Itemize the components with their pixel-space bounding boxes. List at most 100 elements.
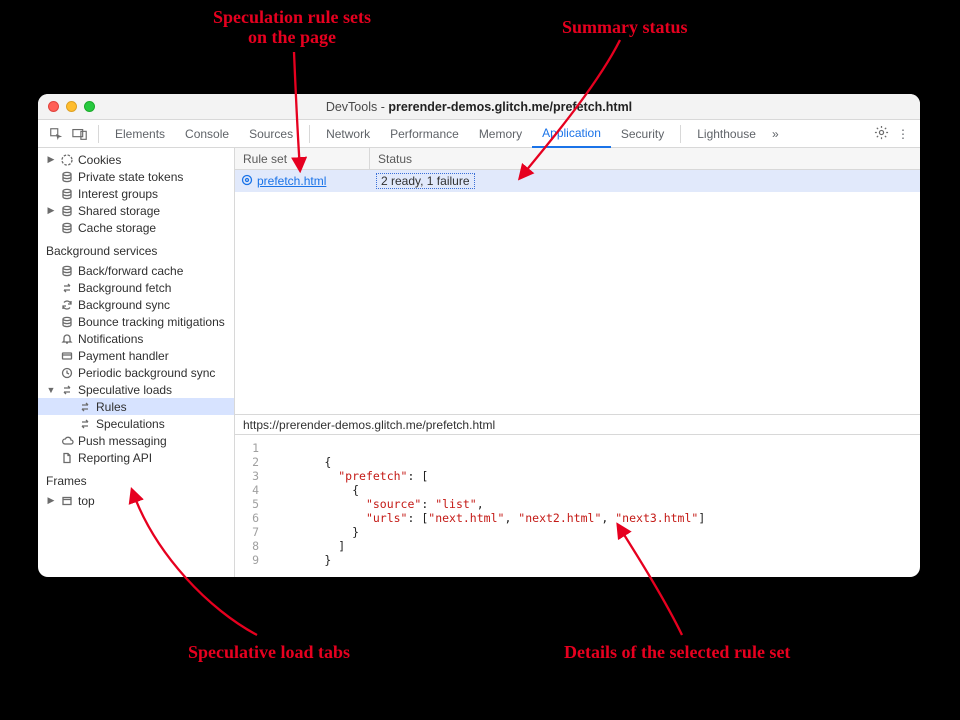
tabs-overflow[interactable]: » [766,120,785,148]
sidebar-item-bgsync[interactable]: ▶ Background sync [38,296,234,313]
col-rule-set[interactable]: Rule set [235,148,370,169]
sidebar-label: Bounce tracking mitigations [78,315,225,329]
line-number: 4 [235,483,259,497]
annotation-details: Details of the selected rule set [564,643,790,663]
sidebar-item-shared[interactable]: ▶ Shared storage [38,202,234,219]
code-viewer: 1 2 3 4 5 6 7 8 9 { "prefetch": [ { "s [235,435,920,577]
bell-icon [60,332,74,346]
settings-icon[interactable] [870,125,892,143]
title-prefix: DevTools - [326,100,389,114]
inspect-icon[interactable] [47,127,65,141]
cloud-icon [60,434,74,448]
sidebar-item-periodic[interactable]: ▶ Periodic background sync [38,364,234,381]
sidebar-item-reporting[interactable]: ▶ Reporting API [38,449,234,466]
col-status[interactable]: Status [370,152,920,166]
json-key: "prefetch" [338,469,407,483]
rule-details: https://prerender-demos.glitch.me/prefet… [235,414,920,577]
tab-elements[interactable]: Elements [105,120,175,148]
line-number: 1 [235,441,259,455]
line-number: 9 [235,553,259,567]
json-string: "next3.html" [615,511,698,525]
sidebar-label: Notifications [78,332,143,346]
details-url: https://prerender-demos.glitch.me/prefet… [235,415,920,435]
clock-icon [60,366,74,380]
sidebar-item-cookies[interactable]: ▶ Cookies [38,151,234,168]
transfer-icon [78,417,92,431]
sidebar-item-push[interactable]: ▶ Push messaging [38,432,234,449]
separator [680,125,681,143]
sidebar-item-bounce[interactable]: ▶ Bounce tracking mitigations [38,313,234,330]
sidebar-item-pst[interactable]: ▶ Private state tokens [38,168,234,185]
device-toggle-icon[interactable] [71,127,89,141]
sidebar-item-top[interactable]: ▶ top [38,492,234,509]
sidebar-label: Speculative loads [78,383,172,397]
database-icon [60,170,74,184]
transfer-icon [60,383,74,397]
annotation-load-tabs: Speculative load tabs [188,643,350,663]
transfer-icon [78,400,92,414]
sidebar-item-specloads[interactable]: ▼ Speculative loads [38,381,234,398]
tab-performance[interactable]: Performance [380,120,469,148]
line-gutter: 1 2 3 4 5 6 7 8 9 [235,441,269,567]
transfer-icon [60,281,74,295]
annotation-summary-status: Summary status [562,18,688,38]
sidebar-item-bfcache[interactable]: ▶ Back/forward cache [38,262,234,279]
tab-network[interactable]: Network [316,120,380,148]
json-key: "source" [366,497,421,511]
sidebar-label: Cookies [78,153,121,167]
card-icon [60,349,74,363]
sidebar-label: Reporting API [78,451,152,465]
tab-application[interactable]: Application [532,120,611,148]
sidebar-label: Push messaging [78,434,167,448]
status-badge: 2 ready, 1 failure [376,173,475,189]
tab-security[interactable]: Security [611,120,674,148]
line-number: 7 [235,525,259,539]
sidebar-item-cache[interactable]: ▶ Cache storage [38,219,234,236]
sidebar-label: Background fetch [78,281,171,295]
sidebar-label: Background sync [78,298,170,312]
sidebar-label: Cache storage [78,221,156,235]
sidebar-item-rules[interactable]: Rules [38,398,234,415]
json-string: "next2.html" [518,511,601,525]
sidebar-item-payment[interactable]: ▶ Payment handler [38,347,234,364]
database-icon [60,315,74,329]
rule-set-link[interactable]: prefetch.html [257,174,326,188]
sidebar-label: Speculations [96,417,165,431]
sidebar-heading-frames: Frames [38,466,234,492]
separator [98,125,99,143]
window-titlebar: DevTools - prerender-demos.glitch.me/pre… [38,94,920,120]
sidebar-item-speculations[interactable]: Speculations [38,415,234,432]
sidebar-label: Payment handler [78,349,169,363]
sidebar-label: Back/forward cache [78,264,183,278]
status-cell: 2 ready, 1 failure [370,173,920,189]
sidebar-label: Periodic background sync [78,366,215,380]
tab-lighthouse[interactable]: Lighthouse [687,120,766,148]
database-icon [60,221,74,235]
devtools-toolbar: Elements Console Sources Network Perform… [38,120,920,148]
cookie-icon [60,153,74,167]
file-icon [60,451,74,465]
line-number: 8 [235,539,259,553]
tab-memory[interactable]: Memory [469,120,532,148]
sidebar-item-notif[interactable]: ▶ Notifications [38,330,234,347]
table-row[interactable]: prefetch.html 2 ready, 1 failure [235,170,920,192]
rules-table-body: prefetch.html 2 ready, 1 failure [235,170,920,414]
separator [309,125,310,143]
json-string: "list" [435,497,477,511]
tab-console[interactable]: Console [175,120,239,148]
more-icon[interactable]: ⋮ [892,127,914,141]
line-number: 6 [235,511,259,525]
json-key: "urls" [366,511,408,525]
json-string: "next.html" [428,511,504,525]
line-number: 2 [235,455,259,469]
application-sidebar: ▶ Cookies ▶ Private state tokens ▶ Inter… [38,148,235,577]
tab-sources[interactable]: Sources [239,120,303,148]
database-icon [60,204,74,218]
devtools-window: DevTools - prerender-demos.glitch.me/pre… [38,94,920,577]
sidebar-item-interest[interactable]: ▶ Interest groups [38,185,234,202]
sidebar-label: Shared storage [78,204,160,218]
window-title: DevTools - prerender-demos.glitch.me/pre… [38,100,920,114]
sidebar-item-bgfetch[interactable]: ▶ Background fetch [38,279,234,296]
line-number: 3 [235,469,259,483]
sidebar-label: Private state tokens [78,170,183,184]
